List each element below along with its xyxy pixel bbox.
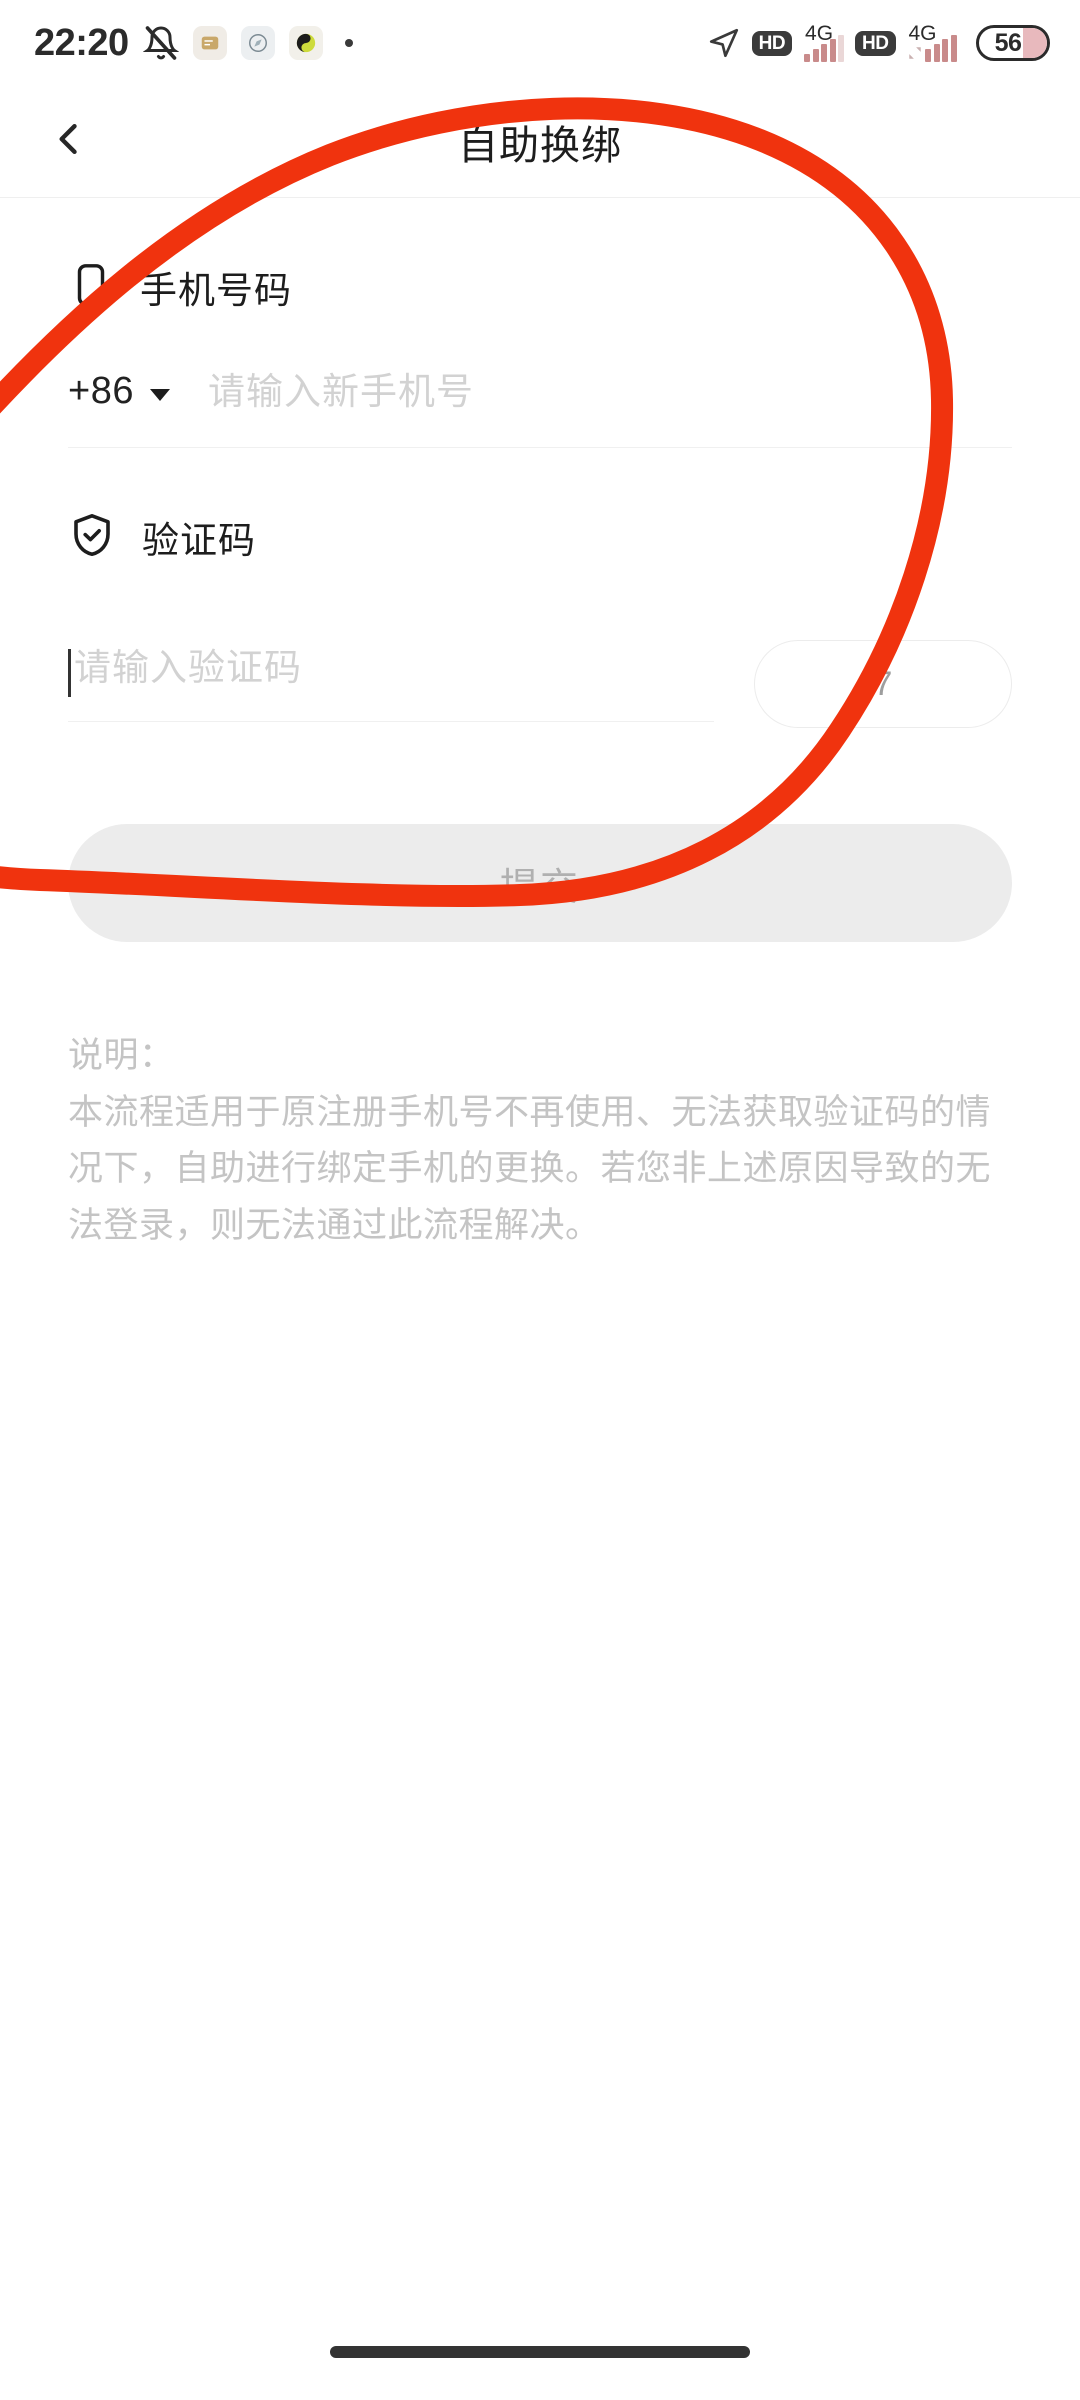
status-bar-right: HD 4G HD 4G 56 [707,22,1050,62]
sim2-hd-badge: HD [855,30,896,56]
caret-down-icon[interactable] [149,388,170,401]
phone-screen: 22:20 HD 4G HD 4G 56 自助换绑 手机号码 +86 请输入新手… [0,0,1080,2400]
app-header: 自助换绑 [0,86,1080,198]
sim1-network-label: 4G [805,22,834,45]
mobile-phone-icon [68,262,114,313]
sim2-network-label: 4G [908,22,937,45]
code-field-label: 验证码 [142,520,256,561]
notes-app-icon [192,26,227,60]
navigation-app-icon [240,26,275,60]
code-input-row: 7 [68,640,1012,728]
phone-field-header: 手机号码 [0,198,1080,314]
instructions-heading: 说明： [68,1036,175,1075]
phone-number-input[interactable] [207,370,1012,413]
sim1-signal-indicator: 4G [803,22,845,62]
location-arrow-icon [707,26,741,60]
media-app-icon [288,26,323,60]
phone-input-row: +86 [68,370,1012,448]
submit-button[interactable]: 提交 [68,824,1012,942]
country-code-selector[interactable]: +86 [68,370,134,413]
instructions-body: 本流程适用于原注册手机号不再使用、无法获取验证码的情况下，自助进行绑定手机的更换… [68,1092,992,1246]
battery-level-text: 56 [994,28,1022,57]
status-overflow-dot [344,39,353,47]
code-field-header: 验证码 [0,448,1080,564]
shield-check-icon [68,511,116,564]
verification-code-input[interactable] [68,646,714,689]
instructions-block: 说明： 本流程适用于原注册手机号不再使用、无法获取验证码的情况下，自助进行绑定手… [68,1028,1012,1255]
gesture-home-bar[interactable] [330,2346,750,2358]
status-bar-left: 22:20 [34,22,353,65]
send-code-countdown-button[interactable]: 7 [754,640,1012,728]
chevron-left-icon [47,117,91,166]
back-button[interactable] [26,99,112,185]
sim2-signal-indicator: 4G [907,22,966,62]
phone-field-label: 手机号码 [140,270,292,311]
battery-indicator: 56 [976,25,1050,61]
rebind-form: 手机号码 +86 验证码 7 提交 说明： [0,198,1080,1255]
text-cursor [68,648,71,697]
sim1-hd-badge: HD [751,30,793,56]
status-bar: 22:20 HD 4G HD 4G 56 [0,0,1080,86]
status-bar-clock: 22:20 [34,21,129,64]
bell-muted-icon [142,25,180,61]
code-input-wrapper [68,646,714,722]
page-title: 自助换绑 [458,123,622,168]
data-transfer-icon [908,45,922,61]
